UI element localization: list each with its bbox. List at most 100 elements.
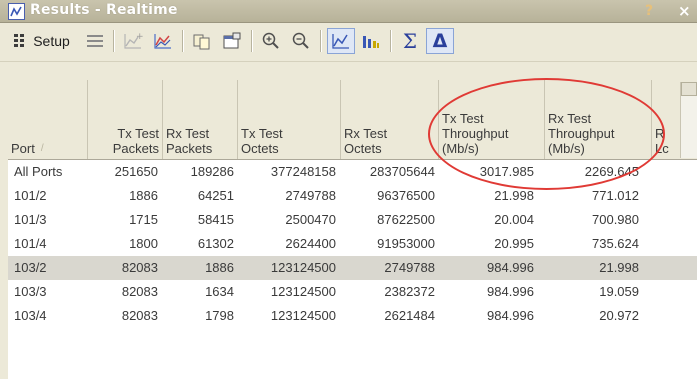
table-row[interactable]: 101/2 1886 64251 2749788 96376500 21.998 771.0…: [8, 184, 697, 208]
column-header-tx-octets[interactable]: Tx Test Octets: [238, 80, 341, 159]
setup-icon: [14, 34, 25, 47]
cell-tx-oct: 2500470: [285, 212, 336, 227]
cell-tx-tp: 20.995: [494, 236, 534, 251]
cell-tx-tp: 984.996: [487, 284, 534, 299]
bar-chart-view-button[interactable]: [358, 28, 384, 54]
cell-rx-tp: 2269.645: [584, 164, 639, 179]
column-header-rx-octets[interactable]: Rx Test Octets: [341, 80, 439, 159]
close-icon[interactable]: ×: [678, 1, 697, 21]
cell-rx-oct: 2382372: [384, 284, 435, 299]
grid-header: Port / Tx Test Packets Rx Test Packets T…: [8, 80, 697, 160]
cell-tx-pkts: 251650: [114, 164, 158, 179]
toolbar-separator: [113, 30, 115, 52]
help-icon[interactable]: ?: [640, 2, 658, 20]
cell-rx-pkts: 64251: [197, 188, 234, 203]
cell-port: All Ports: [14, 164, 63, 179]
table-row[interactable]: 101/3 1715 58415 2500470 87622500 20.004 700.9…: [8, 208, 697, 232]
zoom-out-icon: [292, 32, 309, 49]
line-chart-view-icon: [332, 34, 349, 49]
copy-button[interactable]: [189, 28, 215, 54]
cell-tx-pkts: 82083: [121, 284, 158, 299]
cell-rx-pkts: 1886: [205, 260, 234, 275]
column-label: Rx Test Throughput (Mb/s): [548, 111, 615, 156]
column-label: R Lc: [655, 126, 669, 156]
svg-text:+: +: [136, 32, 143, 42]
toolbar-separator: [251, 30, 253, 52]
cell-tx-pkts: 82083: [121, 308, 158, 323]
cell-tx-pkts: 1800: [129, 236, 158, 251]
add-chart-icon: +: [124, 32, 143, 49]
toolbar: Setup + Σ Δ: [0, 23, 697, 62]
cell-rx-oct: 91953000: [377, 236, 435, 251]
cell-rx-pkts: 61302: [197, 236, 234, 251]
window-title: Results - Realtime: [30, 2, 178, 18]
delta-button[interactable]: Δ: [426, 28, 454, 54]
table-row[interactable]: 103/2 82083 1886 123124500 2749788 984.996 21.…: [8, 256, 697, 280]
table-row[interactable]: All Ports 251650 189286 377248158 283705644 3…: [8, 160, 697, 184]
table-row[interactable]: 101/4 1800 61302 2624400 91953000 20.995 735.6…: [8, 232, 697, 256]
zoom-out-button[interactable]: [288, 28, 314, 54]
cell-tx-tp: 984.996: [487, 308, 534, 323]
cell-tx-oct: 123124500: [270, 284, 336, 299]
cell-rx-tp: 20.972: [599, 308, 639, 323]
add-chart-button[interactable]: +: [120, 28, 146, 54]
cell-rx-oct: 2621484: [384, 308, 435, 323]
column-header-rx-loss[interactable]: R Lc: [652, 80, 680, 159]
sigma-button[interactable]: Σ: [397, 28, 423, 54]
cell-rx-tp: 19.059: [599, 284, 639, 299]
cell-rx-tp: 700.980: [592, 212, 639, 227]
properties-button[interactable]: [219, 28, 245, 54]
toolbar-separator: [182, 30, 184, 52]
column-header-rx-packets[interactable]: Rx Test Packets: [163, 80, 238, 159]
column-label: Port: [11, 141, 35, 156]
cell-port: 101/3: [14, 212, 47, 227]
cell-rx-pkts: 189286: [190, 164, 234, 179]
app-icon: [8, 3, 25, 20]
cell-tx-tp: 20.004: [494, 212, 534, 227]
scroll-up-icon[interactable]: [681, 82, 697, 96]
list-view-button[interactable]: [82, 28, 108, 54]
cell-port: 101/4: [14, 236, 47, 251]
cell-rx-tp: 735.624: [592, 236, 639, 251]
column-header-tx-throughput[interactable]: Tx Test Throughput (Mb/s): [439, 80, 545, 159]
column-label: Rx Test Octets: [344, 126, 388, 156]
properties-icon: [223, 32, 241, 49]
cell-port: 103/4: [14, 308, 47, 323]
cell-port: 103/2: [14, 260, 47, 275]
cell-tx-tp: 21.998: [494, 188, 534, 203]
cell-rx-pkts: 1634: [205, 284, 234, 299]
setup-label: Setup: [33, 33, 70, 49]
bar-chart-view-icon: [363, 36, 379, 48]
table-row[interactable]: 103/3 82083 1634 123124500 2382372 984.996 19.…: [8, 280, 697, 304]
column-label: Tx Test Throughput (Mb/s): [442, 111, 509, 156]
column-label: Tx Test Packets: [112, 126, 159, 156]
column-header-tx-packets[interactable]: Tx Test Packets: [88, 80, 163, 159]
results-grid: Port / Tx Test Packets Rx Test Packets T…: [8, 80, 697, 379]
cell-rx-tp: 21.998: [599, 260, 639, 275]
list-icon: [87, 35, 103, 47]
cell-rx-oct: 283705644: [369, 164, 435, 179]
cell-rx-oct: 2749788: [384, 260, 435, 275]
cell-rx-oct: 96376500: [377, 188, 435, 203]
cell-rx-tp: 771.012: [592, 188, 639, 203]
line-chart-view-button[interactable]: [327, 28, 355, 54]
line-chart-icon: [154, 34, 171, 49]
line-chart-button[interactable]: [150, 28, 176, 54]
cell-tx-oct: 2749788: [285, 188, 336, 203]
vertical-scrollbar[interactable]: [680, 82, 697, 158]
column-label: Tx Test Octets: [241, 126, 283, 156]
cell-tx-tp: 984.996: [487, 260, 534, 275]
table-row[interactable]: 103/4 82083 1798 123124500 2621484 984.996 20.…: [8, 304, 697, 328]
setup-button[interactable]: Setup: [6, 28, 76, 54]
toolbar-separator: [320, 30, 322, 52]
cell-tx-pkts: 1715: [129, 212, 158, 227]
cell-tx-oct: 123124500: [270, 260, 336, 275]
zoom-in-icon: [262, 32, 279, 49]
column-header-port[interactable]: Port /: [8, 80, 88, 159]
zoom-in-button[interactable]: [258, 28, 284, 54]
copy-icon: [193, 34, 210, 50]
delta-icon: Δ: [432, 30, 448, 52]
column-header-rx-throughput[interactable]: Rx Test Throughput (Mb/s): [545, 80, 652, 159]
cell-port: 101/2: [14, 188, 47, 203]
sigma-icon: Σ: [402, 29, 418, 53]
